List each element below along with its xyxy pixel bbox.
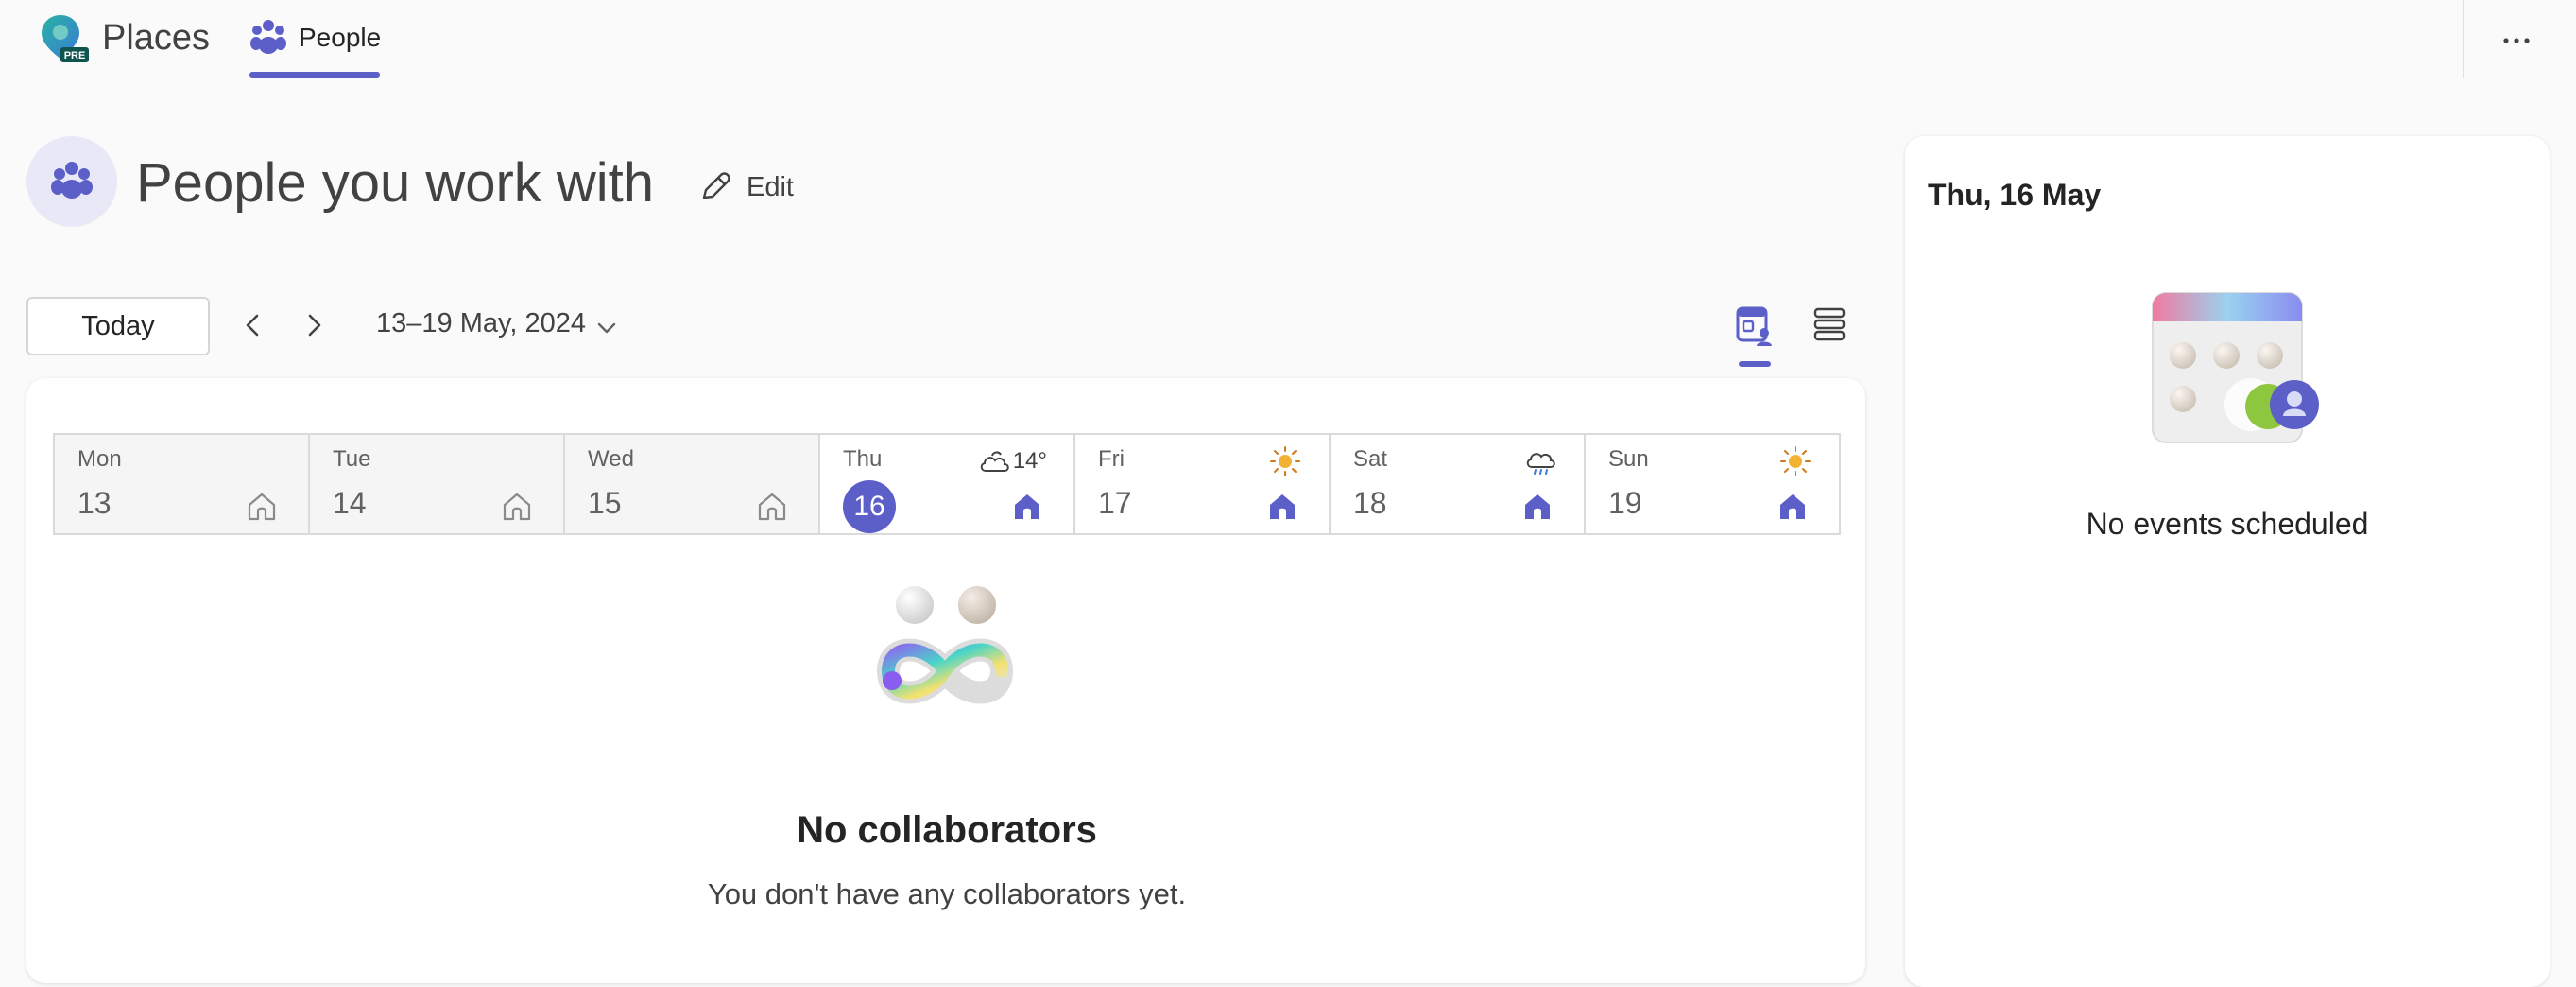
- home-outline-icon: [758, 493, 786, 521]
- empty-state-subtitle: You don't have any collaborators yet.: [707, 877, 1187, 910]
- sunny-icon: [1780, 446, 1811, 476]
- tab-people-label: People: [299, 23, 382, 52]
- day-events-panel: [1905, 136, 2550, 987]
- day-cell-sun[interactable]: Sun 19: [1584, 433, 1841, 535]
- day-number: 19: [1608, 486, 1642, 520]
- collaborators-illustration: [850, 577, 1039, 737]
- sunny-icon: [1270, 446, 1300, 476]
- day-number: 13: [77, 486, 112, 520]
- no-events-message: No events scheduled: [2086, 507, 2369, 541]
- day-cell-sat[interactable]: Sat 18: [1329, 433, 1586, 535]
- edit-label: Edit: [747, 172, 794, 202]
- day-number-today: 16: [843, 480, 896, 533]
- app-name: Places: [102, 18, 211, 58]
- people-group-icon: [248, 17, 289, 59]
- rain-cloud-icon: [1526, 453, 1555, 475]
- day-name: Sun: [1608, 446, 1649, 472]
- weather: [1268, 444, 1302, 478]
- day-name: Tue: [333, 446, 371, 472]
- day-number: 17: [1098, 486, 1132, 520]
- people-avatar: [26, 136, 117, 227]
- previous-week-button[interactable]: [234, 304, 272, 346]
- next-week-button[interactable]: [295, 304, 333, 346]
- day-cell-mon[interactable]: Mon 13: [53, 433, 310, 535]
- weather: 14°: [977, 444, 1047, 478]
- list-view-icon: [1813, 307, 1846, 341]
- home-outline-icon: [248, 493, 276, 521]
- chevron-right-icon: [308, 314, 321, 337]
- home-filled-icon: [1525, 494, 1550, 519]
- day-number: 15: [588, 486, 622, 520]
- page-title: People you work with: [136, 152, 655, 214]
- day-name: Wed: [588, 446, 634, 472]
- day-number: 14: [333, 486, 367, 520]
- list-view-button[interactable]: [1811, 304, 1848, 344]
- logo-badge: PRE: [64, 50, 86, 61]
- temperature: 14°: [1012, 448, 1047, 474]
- selected-date: Thu, 16 May: [1928, 178, 2102, 212]
- calendar-illustration: [2145, 289, 2325, 452]
- chevron-left-icon: [246, 314, 259, 337]
- home-filled-icon: [1780, 494, 1805, 519]
- home-filled-icon: [1015, 494, 1039, 519]
- places-logo-icon: PRE: [38, 11, 91, 64]
- pencil-icon: [697, 168, 733, 204]
- home-outline-icon: [503, 493, 531, 521]
- more-options-button[interactable]: [2493, 17, 2540, 64]
- day-name: Mon: [77, 446, 122, 472]
- day-cell-fri[interactable]: Fri 17: [1073, 433, 1331, 535]
- calendar-people-view-icon: [1736, 306, 1772, 346]
- chevron-down-icon[interactable]: [593, 318, 620, 338]
- date-range-picker[interactable]: 13–19 May, 2024: [376, 308, 586, 339]
- week-strip: Mon 13 Tue 14 Wed 15 Thu 16 14° Fri 17 S…: [53, 433, 1841, 535]
- day-name: Thu: [843, 446, 883, 472]
- day-name: Sat: [1353, 446, 1388, 472]
- today-button[interactable]: Today: [26, 297, 210, 355]
- toolbar-divider: [2463, 0, 2464, 78]
- day-number: 18: [1353, 486, 1387, 520]
- more-horizontal-icon: [2503, 38, 2530, 43]
- home-filled-icon: [1270, 494, 1295, 519]
- empty-state-title: No collaborators: [797, 809, 1097, 851]
- weather: [1523, 444, 1557, 478]
- view-selected-indicator: [1739, 361, 1771, 367]
- day-cell-wed[interactable]: Wed 15: [563, 433, 820, 535]
- day-name: Fri: [1098, 446, 1125, 472]
- partly-cloudy-icon: [980, 451, 1009, 472]
- calendar-people-view-button[interactable]: [1733, 304, 1775, 348]
- tab-selected-indicator: [249, 72, 380, 78]
- weather: [1778, 444, 1812, 478]
- day-cell-tue[interactable]: Tue 14: [308, 433, 565, 535]
- day-cell-thu[interactable]: Thu 16 14°: [818, 433, 1075, 535]
- people-group-icon: [51, 162, 93, 199]
